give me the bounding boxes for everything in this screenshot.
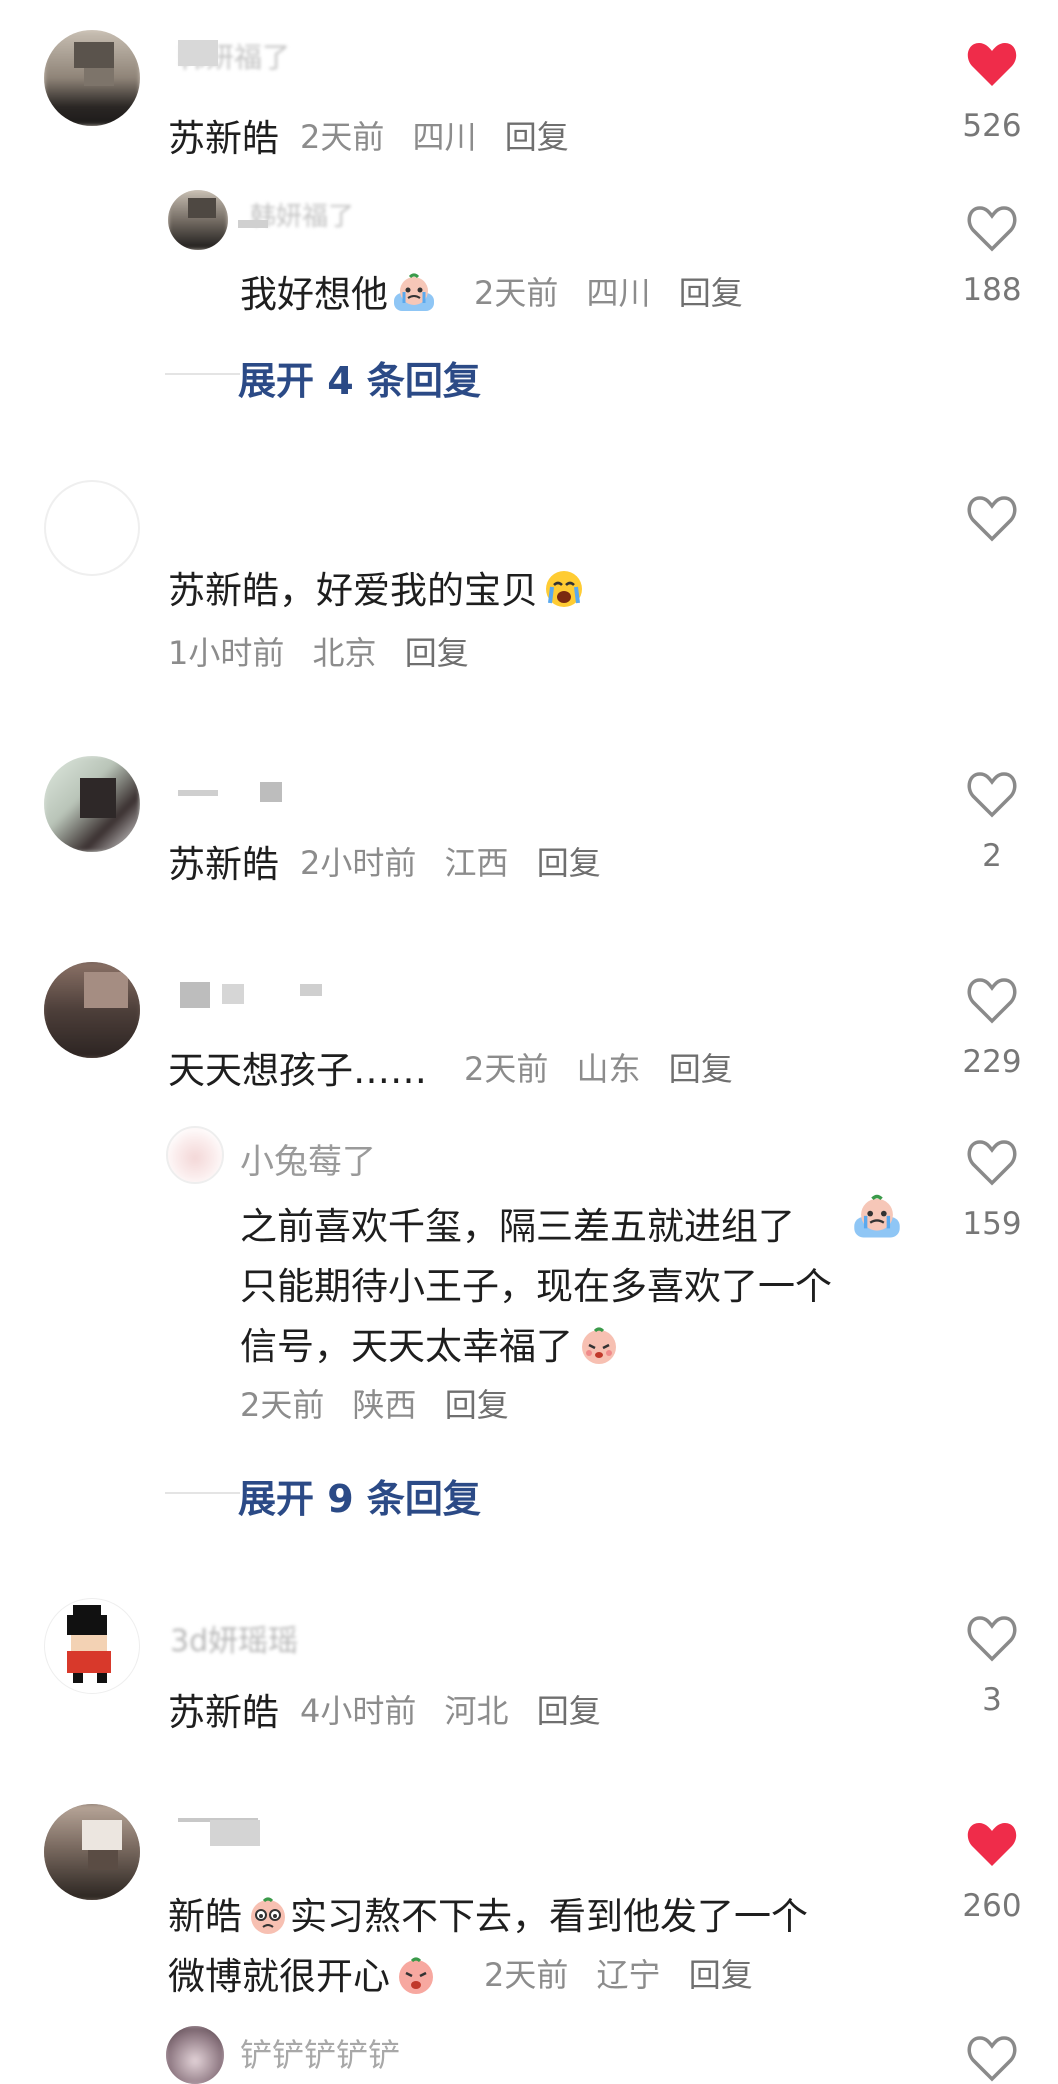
comment-text: 天天想孩子…… [168,1049,427,1092]
comment-meta: 4小时前 河北 回复 [300,1686,619,1732]
reply-button[interactable]: 回复 [679,274,743,312]
heart-icon[interactable] [966,1614,1018,1662]
comment-text-content: 新皓 [168,1895,242,1938]
reply-text-line: 之前喜欢千玺，隔三差五就进组了 [240,1205,795,1248]
reply-username[interactable]: 小兔莓了 [240,1134,376,1183]
comment-meta: 2天前 山东 回复 [464,1044,751,1090]
comment-text-line: 微博就很开心 [168,1946,438,2000]
comment-text: 苏新皓，好爱我的宝贝 [168,560,586,614]
reply-time: 2天前 [474,274,559,312]
reply-button[interactable]: 回复 [505,118,569,156]
expand-divider [165,1492,240,1494]
comment-time: 2天前 [484,1956,569,1994]
reply-button[interactable]: 回复 [405,634,469,672]
comment-time: 2小时前 [300,844,417,882]
reply-avatar[interactable] [166,1126,224,1184]
comment-text-content: 微博就很开心 [168,1955,390,1998]
comment-text: 苏新皓 [168,117,279,160]
reply-button[interactable]: 回复 [537,1692,601,1730]
reply-text-content: 我好想他 [240,273,388,316]
reply-text: 我好想他 [240,264,436,318]
avatar[interactable] [44,480,140,576]
expand-replies-button[interactable]: 展开 4 条回复 [238,350,481,405]
comment-time: 2天前 [464,1050,549,1088]
username-mosaic [238,220,268,228]
reply-text-line: 只能期待小王子，现在多喜欢了一个 [240,1265,832,1308]
blushing-emoji-icon [582,1327,616,1364]
username-mosaic [300,984,322,996]
comment-time: 1小时前 [168,634,285,672]
avatar[interactable] [44,756,140,852]
reply-button[interactable]: 回复 [669,1050,733,1088]
reply-meta: 2天前 陕西 回复 [240,1380,527,1426]
comment-meta: 2天前 辽宁 回复 [484,1950,771,1996]
comment-text-content: 苏新皓，好爱我的宝贝 [168,569,538,612]
comment-location: 山东 [576,1050,641,1088]
reply-location: 陕西 [352,1386,417,1424]
heart-icon[interactable] [966,40,1018,88]
reply-meta: 2天前 四川 回复 [474,268,761,314]
comment-location: 北京 [312,634,377,672]
reply-text-content: 信号，天天太幸福了 [240,1325,573,1368]
like-count: 188 [962,272,1022,308]
heart-icon[interactable] [966,2034,1018,2082]
avatar[interactable] [44,962,140,1058]
username-mosaic [222,984,244,1004]
crying-emoji-icon [854,1194,900,1238]
comment-meta: 2小时前 江西 回复 [300,838,619,884]
avatar[interactable] [44,1804,140,1900]
comment-time: 4小时前 [300,1692,417,1730]
reply-avatar[interactable] [166,2026,224,2084]
comment-location: 四川 [412,118,477,156]
comment-time: 2天前 [300,118,385,156]
reply-button[interactable]: 回复 [537,844,601,882]
reply-time: 2天前 [240,1386,325,1424]
heart-icon[interactable] [966,1820,1018,1868]
crying-emoji-icon [546,571,582,607]
expand-replies-button[interactable]: 展开 9 条回复 [238,1468,481,1523]
comment-text-content: 实习熬不下去，看到他发了一个 [290,1895,808,1938]
like-count: 2 [982,838,1002,874]
username-mosaic [178,790,218,796]
heart-icon[interactable] [966,204,1018,252]
username-mosaic [178,40,218,66]
blushing-emoji-icon [399,1957,433,1994]
like-count: 229 [962,1044,1022,1080]
avatar[interactable] [44,1598,140,1694]
reply-button[interactable]: 回复 [689,1956,753,1994]
comment-text-line: 新皓 实习熬不下去，看到他发了一个 [168,1886,808,1940]
heart-icon[interactable] [966,1138,1018,1186]
like-count: 3 [982,1682,1002,1718]
comment-text: 苏新皓 [168,1691,279,1734]
comment-text: 苏新皓 [168,843,279,886]
username-mosaic [210,1820,260,1846]
comment-location: 辽宁 [596,1956,661,1994]
like-count: 159 [962,1206,1022,1242]
heart-icon[interactable] [966,976,1018,1024]
comment-location: 河北 [444,1692,509,1730]
username-mosaic [260,782,282,802]
reply-username[interactable]: 铲铲铲铲铲 [240,2030,400,2076]
avatar[interactable] [44,30,140,126]
like-count: 526 [962,108,1022,144]
reply-location: 四川 [586,274,651,312]
sad-emoji-icon [251,1897,285,1934]
reply-avatar[interactable] [168,190,228,250]
comment-meta: 1小时前 北京 回复 [168,628,487,674]
heart-icon[interactable] [966,770,1018,818]
reply-text-line: 信号，天天太幸福了 [240,1316,621,1370]
username-mosaic [180,982,210,1008]
like-count: 260 [962,1888,1022,1924]
pixel-character-icon [73,1605,101,1615]
crying-emoji-icon [394,273,434,311]
username[interactable]: 3d妍瑶瑶 [170,1616,298,1660]
heart-icon[interactable] [966,494,1018,542]
expand-divider [165,373,240,375]
reply-button[interactable]: 回复 [445,1386,509,1424]
comment-meta: 2天前 四川 回复 [300,112,587,158]
comment-location: 江西 [444,844,509,882]
